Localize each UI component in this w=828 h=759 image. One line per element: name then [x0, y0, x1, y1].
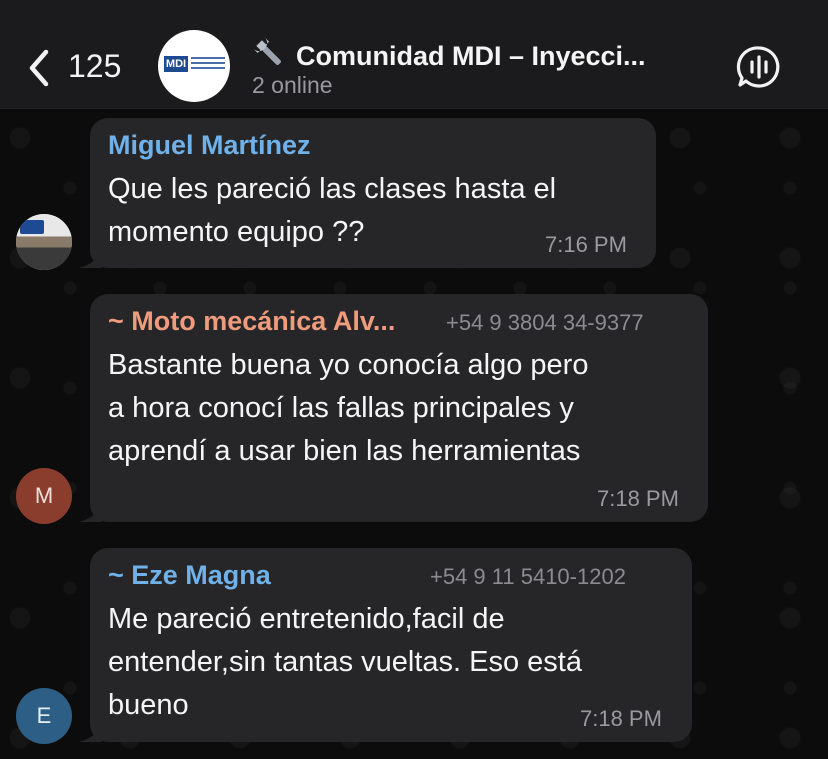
- sender-avatar-miguel[interactable]: [16, 214, 72, 270]
- avatar-photo-logo: [20, 220, 44, 234]
- sender-name[interactable]: Miguel Martínez: [108, 130, 311, 161]
- message-text: Que les pareció las clases hasta el mome…: [108, 168, 556, 254]
- sender-phone[interactable]: +54 9 3804 34-9377: [446, 310, 644, 336]
- voice-chat-button[interactable]: [736, 44, 782, 90]
- message-line: momento equipo ??: [108, 216, 365, 248]
- message-line: Bastante buena yo conocía algo pero: [108, 349, 589, 381]
- chat-title-text: Comunidad MDI – Inyecci...: [296, 41, 646, 71]
- sender-avatar-moto[interactable]: M: [16, 468, 72, 524]
- online-status: 2 online: [252, 72, 333, 98]
- message-time: 7:18 PM: [597, 486, 679, 511]
- message-line: Que les pareció las clases hasta el: [108, 173, 557, 205]
- message-line: entender,sin tantas vueltas. Eso está: [108, 646, 582, 678]
- group-logo-lines: [191, 57, 225, 71]
- sender-name[interactable]: ~ Eze Magna: [108, 560, 271, 591]
- message-line: a hora conocí las fallas principales y: [108, 392, 574, 424]
- unread-count[interactable]: 125: [68, 48, 121, 85]
- voice-chat-icon: [736, 46, 780, 88]
- group-logo: MDI: [164, 56, 188, 72]
- message-text: Bastante buena yo conocía algo pero a ho…: [108, 344, 588, 473]
- bubble-tail: [78, 246, 102, 268]
- sender-avatar-eze[interactable]: E: [16, 688, 72, 744]
- message-line: aprendí a usar bien las herramientas: [108, 435, 581, 467]
- bubble-tail: [78, 720, 102, 742]
- message-text: Me pareció entretenido,facil de entender…: [108, 598, 582, 727]
- chat-header: 125 MDI Comunidad MDI – Inyecci... 2 onl…: [0, 0, 828, 109]
- message-line: Me pareció entretenido,facil de: [108, 603, 505, 635]
- sender-phone[interactable]: +54 9 11 5410-1202: [430, 564, 626, 590]
- sender-name[interactable]: ~ Moto mecánica Alv...: [108, 306, 395, 337]
- bubble-tail: [78, 500, 102, 522]
- message-time: 7:16 PM: [545, 232, 627, 257]
- message-bubble[interactable]: ~ Eze Magna +54 9 11 5410-1202 Me pareci…: [78, 548, 692, 742]
- group-avatar[interactable]: MDI: [158, 30, 230, 102]
- chat-title[interactable]: Comunidad MDI – Inyecci...: [252, 36, 646, 72]
- message-bubble[interactable]: ~ Moto mecánica Alv... +54 9 3804 34-937…: [78, 294, 708, 522]
- message-time: 7:18 PM: [580, 706, 662, 731]
- message-line: bueno: [108, 689, 189, 721]
- message-bubble[interactable]: Miguel Martínez Que les pareció las clas…: [78, 118, 656, 268]
- chevron-left-icon: [29, 49, 49, 87]
- wrench-icon: [253, 37, 281, 65]
- back-button[interactable]: [22, 46, 62, 90]
